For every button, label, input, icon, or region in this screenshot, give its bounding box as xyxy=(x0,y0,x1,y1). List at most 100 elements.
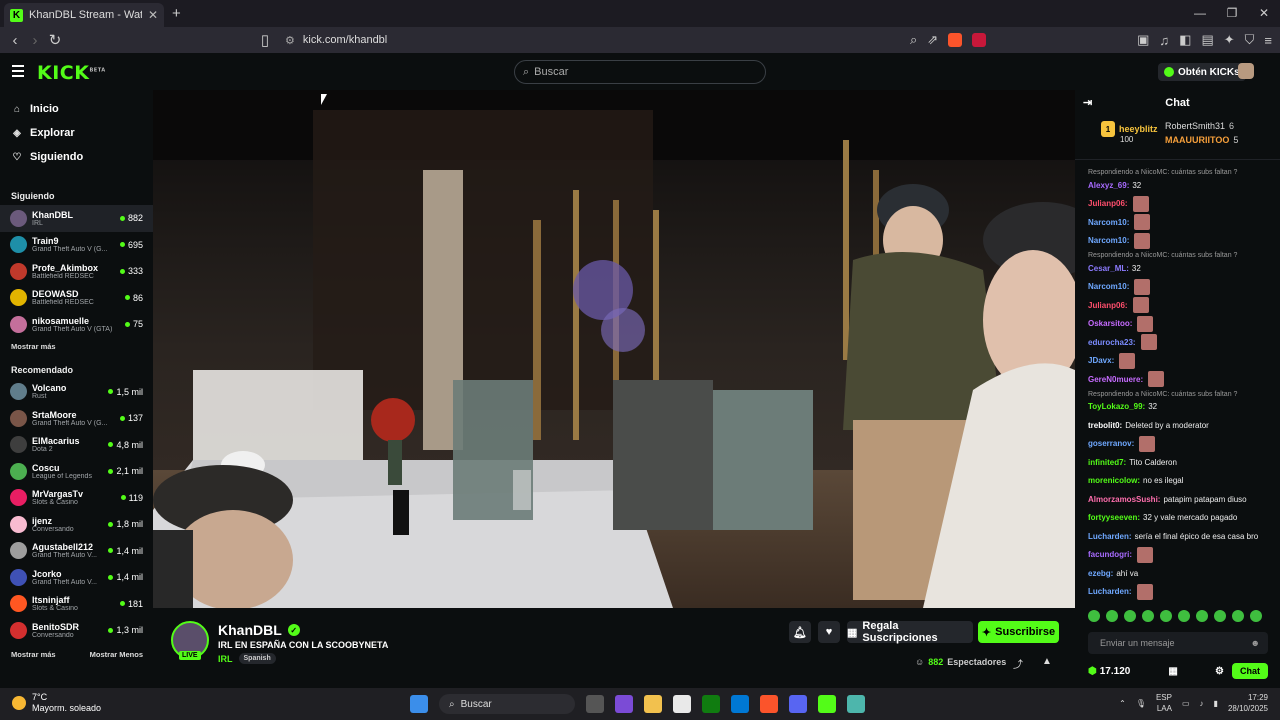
chat-message[interactable]: fortyyseeven: 32 y vale mercado pagado xyxy=(1075,510,1280,527)
chat-message[interactable]: Narcom10: xyxy=(1075,232,1280,250)
sidebar-channel[interactable]: Volcano Rust 1,5 mil xyxy=(0,379,153,406)
chat-message[interactable]: JDavx: xyxy=(1075,352,1280,370)
sidebar-channel[interactable]: Agustabell212 Grand Theft Auto V... 1,4 … xyxy=(0,538,153,565)
chat-message[interactable]: goserranov: xyxy=(1075,435,1280,453)
language-tag[interactable]: Spanish xyxy=(238,653,276,664)
emote-icon[interactable] xyxy=(1124,610,1136,622)
streamer-name[interactable]: KhanDBL xyxy=(218,622,282,638)
chat-username[interactable]: infinited7: xyxy=(1088,457,1126,468)
screenshot-icon[interactable]: ▣ xyxy=(1137,32,1149,48)
chat-message[interactable]: AlmorzamosSushi: patapim patapam diuso xyxy=(1075,491,1280,508)
chat-username[interactable]: trebolit0: xyxy=(1088,420,1122,431)
sidebar-icon[interactable]: ◧ xyxy=(1179,32,1191,48)
copilot-icon[interactable] xyxy=(615,695,633,713)
chat-message[interactable]: ToyLokazo_99: 32 xyxy=(1075,399,1280,416)
chat-username[interactable]: Lucharden: xyxy=(1088,586,1132,597)
follow-button[interactable]: ♥ xyxy=(818,621,840,643)
emote-icon[interactable] xyxy=(1160,610,1172,622)
chat-username[interactable]: Julianp06: xyxy=(1088,198,1128,209)
sidebar-channel[interactable]: Profe_Akimbox Battlefield REDSEC 333 xyxy=(0,258,153,285)
zoom-icon[interactable]: ⌕ xyxy=(910,32,917,48)
close-window-icon[interactable]: ✕ xyxy=(1248,0,1280,27)
url-field[interactable]: ⚙ kick.com/khandbl xyxy=(285,27,387,53)
app-icon[interactable] xyxy=(847,695,865,713)
minimize-icon[interactable]: — xyxy=(1184,0,1216,27)
chat-username[interactable]: ezebg: xyxy=(1088,568,1113,579)
chat-message[interactable]: GereN0muere: xyxy=(1075,371,1280,388)
share-icon[interactable]: ⤴ xyxy=(1013,656,1023,671)
chat-username[interactable]: morenicolow: xyxy=(1088,475,1140,486)
stream-category[interactable]: IRL xyxy=(218,654,233,664)
chat-username[interactable]: Narcom10: xyxy=(1088,281,1129,292)
chat-message[interactable]: edurocha23: xyxy=(1075,334,1280,351)
windows-start-icon[interactable] xyxy=(410,695,428,713)
network-icon[interactable]: ▭ xyxy=(1182,699,1190,708)
chat-message[interactable]: facundogri: xyxy=(1075,546,1280,564)
report-icon[interactable]: ▲ xyxy=(1042,656,1052,667)
chat-username[interactable]: facundogri: xyxy=(1088,549,1132,560)
kick-logo[interactable]: KICKBETA xyxy=(37,62,106,84)
recommended-show-less[interactable]: Mostrar Menos xyxy=(90,650,143,659)
chat-username[interactable]: goserranov: xyxy=(1088,438,1134,449)
chat-message[interactable]: morenicolow: no es ilegal xyxy=(1075,473,1280,490)
kick-app-icon[interactable] xyxy=(818,695,836,713)
chat-settings-icon[interactable]: ⚙ xyxy=(1215,666,1224,677)
leader-second[interactable]: RobertSmith31 6 xyxy=(1165,121,1234,131)
nav-item[interactable]: ⌂ Inicio xyxy=(0,97,153,121)
share-page-icon[interactable]: ⇗ xyxy=(927,32,938,48)
chat-message[interactable]: Lucharden: xyxy=(1075,583,1280,601)
chat-username[interactable]: GereN0muere: xyxy=(1088,374,1143,385)
discord-icon[interactable] xyxy=(789,695,807,713)
tray-chevron-icon[interactable]: ⌃ xyxy=(1119,699,1126,708)
chat-message[interactable]: Narcom10: xyxy=(1075,278,1280,296)
chat-username[interactable]: Alexyz_69: xyxy=(1088,180,1129,191)
chat-message[interactable]: Oskarsitoo: xyxy=(1075,315,1280,333)
leader-third[interactable]: MAAUURIITOO 5 xyxy=(1165,135,1238,145)
gift-box-icon[interactable]: ▦ xyxy=(1168,666,1177,677)
emote-icon[interactable] xyxy=(1106,610,1118,622)
chat-username[interactable]: AlmorzamosSushi: xyxy=(1088,494,1160,505)
hamburger-menu-icon[interactable] xyxy=(12,65,24,80)
sidebar-channel[interactable]: BenitoSDR Conversando 1,3 mil xyxy=(0,617,153,644)
volume-icon[interactable]: ♪ xyxy=(1200,699,1204,708)
site-info-icon[interactable]: ⚙ xyxy=(285,34,295,47)
chat-message[interactable]: Julianp06: xyxy=(1075,297,1280,314)
gift-subs-button[interactable]: ▦ Regala Suscripciones xyxy=(847,620,973,644)
chat-message[interactable]: infinited7: Tito Calderon xyxy=(1075,454,1280,471)
file-explorer-icon[interactable] xyxy=(644,695,662,713)
sidebar-channel[interactable]: SrtaMoore Grand Theft Auto V (G... 137 xyxy=(0,405,153,432)
emote-icon[interactable] xyxy=(1250,610,1262,622)
notifications-button[interactable]: 🔔︎ xyxy=(789,621,811,643)
vpn-icon[interactable]: ⛉ xyxy=(1245,32,1255,48)
chat-username[interactable]: Narcom10: xyxy=(1088,217,1129,228)
emote-icon[interactable] xyxy=(1142,610,1154,622)
chat-username[interactable]: Narcom10: xyxy=(1088,235,1129,246)
subscribe-button[interactable]: ✦ Suscribirse xyxy=(978,621,1059,643)
sidebar-channel[interactable]: Train9 Grand Theft Auto V (G... 695 xyxy=(0,232,153,259)
language-indicator[interactable]: ESP LAA xyxy=(1156,692,1172,714)
emote-icon[interactable] xyxy=(1214,610,1226,622)
nav-item[interactable]: ◈ Explorar xyxy=(0,121,153,145)
xbox-icon[interactable] xyxy=(702,695,720,713)
chat-username[interactable]: Oskarsitoo: xyxy=(1088,318,1132,329)
emote-icon[interactable] xyxy=(1232,610,1244,622)
close-tab-icon[interactable]: ✕ xyxy=(148,8,158,22)
emoji-icon[interactable]: ☻ xyxy=(1251,638,1260,648)
sidebar-channel[interactable]: Itsninjaff Slots & Casino 181 xyxy=(0,591,153,618)
chat-message[interactable]: trebolit0: Deleted by a moderator xyxy=(1075,417,1280,434)
get-kicks-button[interactable]: Obtén KICKs xyxy=(1158,63,1246,81)
chat-message[interactable]: Alexyz_69: 32 xyxy=(1075,177,1280,194)
microphone-icon[interactable]: 🎙︎ xyxy=(1136,699,1146,708)
chat-message[interactable]: Cesar_ML: 32 xyxy=(1075,260,1280,277)
chat-input[interactable]: Enviar un mensaje ☻ xyxy=(1088,632,1268,654)
emote-icon[interactable] xyxy=(1196,610,1208,622)
store-icon[interactable] xyxy=(673,695,691,713)
chat-message[interactable]: Narcom10: xyxy=(1075,214,1280,231)
weather-widget[interactable]: 7°C Mayorm. soleado xyxy=(12,692,101,714)
bookmark-icon[interactable]: ▯ xyxy=(255,31,275,49)
chat-username[interactable]: ToyLokazo_99: xyxy=(1088,401,1145,412)
brave-rewards-icon[interactable] xyxy=(972,33,987,47)
search-input[interactable]: ⌕ Buscar xyxy=(514,60,766,84)
reload-icon[interactable]: ↻ xyxy=(45,31,65,49)
outlook-icon[interactable] xyxy=(731,695,749,713)
